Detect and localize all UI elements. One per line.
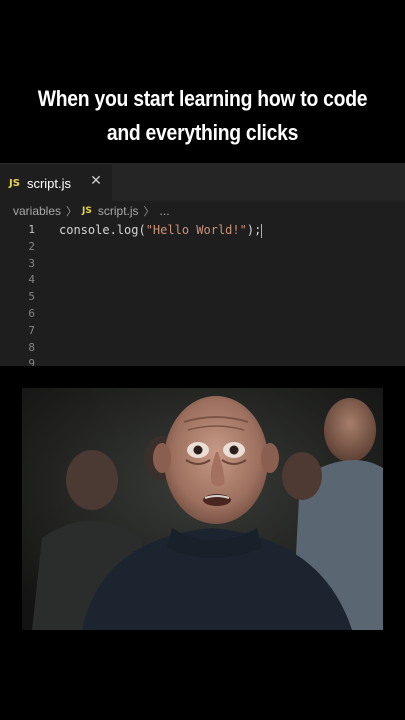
line-content[interactable]: console.log("Hello World!"); — [35, 222, 263, 239]
code-editor: JS script.js ✕ variables 〉 JS script.js … — [0, 163, 405, 366]
chevron-right-icon: 〉 — [66, 206, 78, 218]
code-token-string: "Hello World!" — [145, 223, 247, 237]
background-person-head — [66, 450, 118, 510]
code-line[interactable]: 2 — [0, 239, 405, 256]
close-icon[interactable]: ✕ — [89, 174, 103, 188]
line-number: 1 — [28, 223, 35, 236]
code-line[interactable]: 3 — [0, 256, 405, 273]
breadcrumb-file[interactable]: script.js — [98, 204, 139, 218]
breadcrumb: variables 〉 JS script.js 〉 ... — [0, 201, 405, 221]
code-line[interactable]: 4 — [0, 272, 405, 289]
background-person-head — [324, 398, 376, 462]
breadcrumb-folder[interactable]: variables — [13, 204, 61, 218]
line-number: 4 — [28, 273, 35, 287]
text-cursor — [261, 223, 263, 238]
person-ear — [153, 443, 171, 473]
meme-caption: When you start learning how to code and … — [24, 82, 380, 150]
code-line[interactable]: 5 — [0, 289, 405, 306]
line-number: 9 — [28, 357, 35, 366]
line-number: 2 — [28, 239, 35, 253]
line-number: 6 — [28, 306, 35, 320]
caption-line-1: When you start learning how to code — [37, 86, 368, 111]
javascript-file-icon: JS — [82, 206, 92, 216]
code-line[interactable]: 7 — [0, 323, 405, 340]
caption-line-2: and everything clicks — [106, 120, 299, 145]
code-token-end: ); — [246, 223, 262, 237]
editor-tab-bar: JS script.js ✕ — [0, 163, 405, 202]
line-number: 3 — [28, 256, 35, 270]
code-line[interactable]: 8 — [0, 340, 405, 357]
person-ear — [261, 443, 279, 473]
breadcrumb-more[interactable]: ... — [160, 204, 170, 218]
line-number: 8 — [28, 340, 35, 354]
line-number: 7 — [28, 323, 35, 337]
javascript-file-icon: JS — [9, 177, 20, 189]
person-pupil — [229, 445, 239, 455]
code-token-call: console.log( — [59, 223, 146, 237]
person-pupil — [193, 445, 203, 455]
chevron-right-icon: 〉 — [143, 206, 155, 218]
code-line[interactable]: 1 console.log("Hello World!"); — [0, 222, 405, 239]
tab-label: script.js — [26, 175, 71, 191]
background-person-head — [282, 452, 322, 500]
code-area[interactable]: 1 console.log("Hello World!"); 2 3 4 5 6… — [0, 222, 405, 366]
reaction-illustration — [22, 388, 383, 630]
code-line[interactable]: 6 — [0, 306, 405, 323]
line-number: 5 — [28, 290, 35, 304]
reaction-image — [22, 388, 383, 630]
code-line[interactable]: 9 — [0, 356, 405, 366]
tab-script-js[interactable]: JS script.js ✕ — [0, 163, 112, 202]
